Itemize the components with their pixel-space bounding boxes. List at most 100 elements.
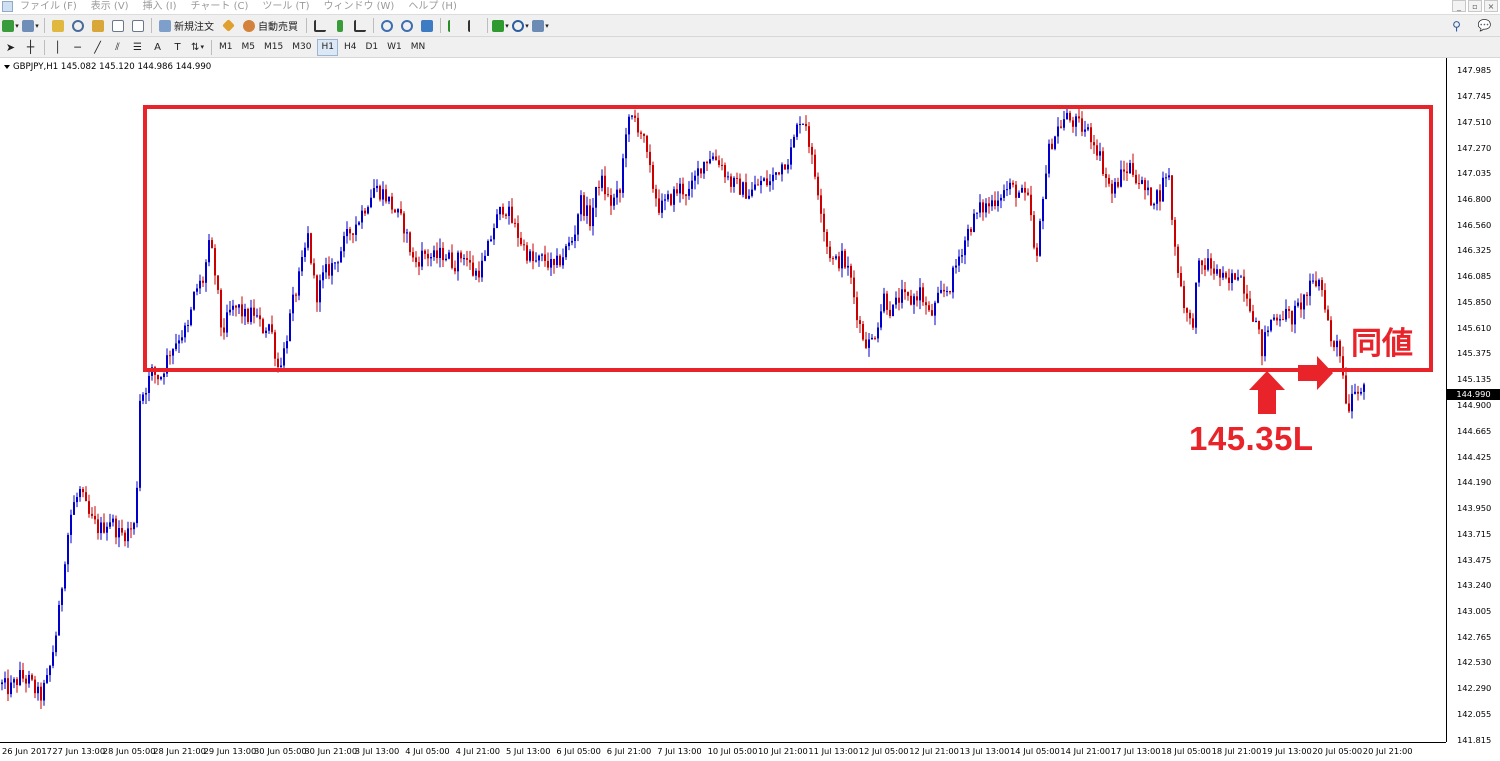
candle-body [193,291,195,310]
tile-windows-button[interactable] [418,17,435,34]
candle-body [982,202,984,213]
vertical-line-button[interactable]: │ [49,39,66,56]
fibonacci-button[interactable]: ☰ [129,39,146,56]
profiles-button[interactable]: ▾ [22,17,39,34]
candle-body [811,146,813,155]
price-chart[interactable] [0,58,1446,742]
timeframe-button-m15[interactable]: M15 [261,39,286,56]
zoom-in-button[interactable] [378,17,395,34]
candle-body [157,374,159,380]
candle-body [730,176,732,187]
text-button[interactable]: A [149,39,166,56]
candle-body [160,377,162,380]
menu-item[interactable]: ヘルプ (H) [408,0,457,14]
candle-body [340,251,342,263]
new-order-label: 新規注文 [174,22,214,33]
templates-button[interactable]: ▾ [532,17,549,34]
cursor-button[interactable]: ➤ [2,39,19,56]
menu-item[interactable]: ツール (T) [262,0,309,14]
menu-bar: ファイル (F) 表示 (V) 挿入 (I) チャート (C) ツール (T) ウィンドウ… [0,0,1500,15]
chat-button[interactable]: 💬 [1476,17,1493,34]
candle-body [535,260,537,262]
candle-body [643,133,645,136]
candle-body [505,214,507,216]
candle-body [301,257,303,272]
timeframe-button-mn[interactable]: MN [408,39,429,56]
candle-body [586,205,588,216]
horizontal-line-button[interactable]: ─ [69,39,86,56]
terminal-button[interactable] [109,17,126,34]
candle-body [769,181,771,186]
new-order-button[interactable]: 新規注文 [156,17,217,34]
navigator-icon [91,19,104,32]
menu-item[interactable]: ファイル (F) [20,0,77,14]
zoom-out-button[interactable] [398,17,415,34]
price-tick-label: 144.665 [1457,425,1492,436]
price-tick-label: 144.425 [1457,451,1492,462]
metaeditor-button[interactable] [220,17,237,34]
candle-body [346,228,348,237]
candle-body [850,265,852,278]
search-button[interactable]: ⚲ [1448,17,1465,34]
candle-body [1021,187,1023,193]
candle-body [826,231,828,247]
strategy-tester-button[interactable] [129,17,146,34]
timeframe-button-h4[interactable]: H4 [341,39,360,56]
auto-trading-button[interactable]: 自動売買 [240,17,301,34]
candle-body [499,206,501,215]
menu-item[interactable]: チャート (C) [191,0,249,14]
candle-body [703,161,705,174]
chart-shift-button[interactable] [465,17,482,34]
close-button[interactable]: × [1484,0,1498,12]
timeframe-button-m1[interactable]: M1 [216,39,236,56]
indicators-button[interactable]: ▾ [492,17,509,34]
candle-body [880,311,882,328]
candle-body [415,257,417,263]
trendline-button[interactable]: ╱ [89,39,106,56]
arrows-button[interactable]: ⇅ ▾ [189,39,206,56]
auto-scroll-button[interactable] [445,17,462,34]
channel-button[interactable]: ⫽ [109,39,126,56]
candle-body [1201,260,1203,266]
candle-body [1147,187,1149,191]
candle-body [886,293,888,310]
candle-body [331,263,333,276]
price-tick-label: 143.950 [1457,503,1492,514]
line-chart-button[interactable] [351,17,368,34]
candle-body [790,147,792,165]
restore-button[interactable]: ▫ [1468,0,1482,12]
minimize-button[interactable]: _ [1452,0,1466,12]
candle-body [1243,276,1245,294]
price-tick-label: 146.325 [1457,245,1492,256]
menu-item[interactable]: ウィンドウ (W) [323,0,394,14]
bar-chart-button[interactable] [311,17,328,34]
timeframe-button-m30[interactable]: M30 [289,39,314,56]
timeframe-button-d1[interactable]: D1 [362,39,381,56]
text-label-icon: T [174,41,181,53]
navigator-button[interactable] [89,17,106,34]
timeframe-button-m5[interactable]: M5 [239,39,259,56]
data-window-button[interactable] [69,17,86,34]
crosshair-button[interactable]: ┼ [22,39,39,56]
candlestick-series [1,106,1365,710]
new-chart-button[interactable]: ▾ [2,17,19,34]
text-label-button[interactable]: T [169,39,186,56]
candlestick-button[interactable] [331,17,348,34]
periods-button[interactable]: ▾ [512,17,529,34]
candle-body [940,289,942,293]
candle-body [322,272,324,281]
candle-body [574,234,576,241]
menu-item[interactable]: 挿入 (I) [143,0,177,14]
candle-body [286,341,288,349]
timeframe-button-w1[interactable]: W1 [384,39,405,56]
menu-item[interactable]: 表示 (V) [91,0,129,14]
market-watch-button[interactable] [49,17,66,34]
candle-body [1264,332,1266,357]
candle-body [694,175,696,181]
candle-body [1000,197,1002,201]
candle-body [1318,280,1320,287]
chart-symbol-label: GBPJPY,H1 145.082 145.120 144.986 144.99… [13,62,212,72]
timeframe-button-h1[interactable]: H1 [317,38,338,56]
candle-body [715,156,717,161]
candle-body [895,297,897,305]
